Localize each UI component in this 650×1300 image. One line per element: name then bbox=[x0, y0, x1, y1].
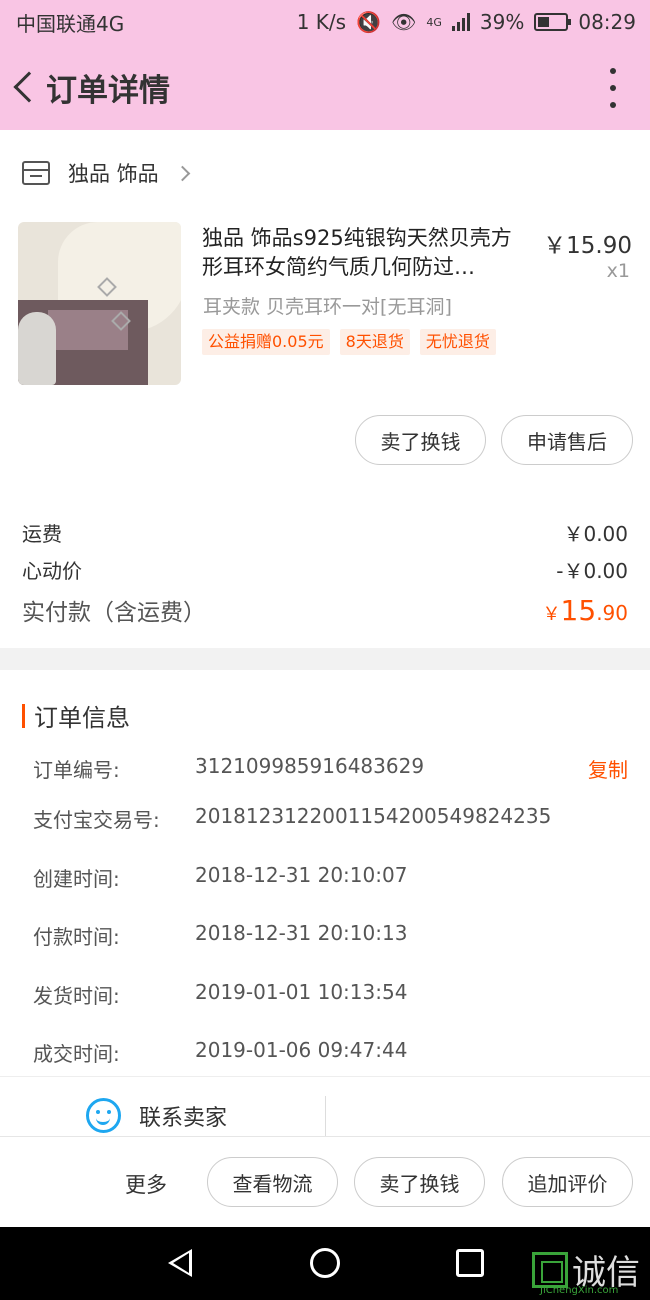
alipay-trade-value: 2018123122001154200549824235 bbox=[195, 804, 552, 828]
shipped-time-label: 发货时间: bbox=[33, 984, 120, 1008]
order-number-row: 订单编号: 312109985916483629 复制 bbox=[33, 754, 628, 783]
alipay-trade-row: 支付宝交易号: 2018123122001154200549824235 bbox=[33, 804, 628, 833]
network-speed: 1 K/s bbox=[296, 10, 347, 34]
shipping-row: 运费 ￥0.00 bbox=[22, 518, 628, 547]
system-recent-apps-icon[interactable] bbox=[456, 1249, 484, 1277]
network-type: 4G bbox=[426, 15, 442, 29]
order-number-value: 312109985916483629 bbox=[195, 754, 425, 778]
service-tags: 公益捐赠0.05元 8天退货 无忧退货 bbox=[202, 329, 496, 355]
system-nav-bar: 诚信 JiChengXin.com bbox=[0, 1227, 650, 1300]
sell-exchange-button-bottom[interactable]: 卖了换钱 bbox=[354, 1157, 485, 1207]
carrier-label: 中国联通4G bbox=[16, 11, 125, 36]
after-sale-button[interactable]: 申请售后 bbox=[501, 415, 633, 465]
shop-icon bbox=[22, 161, 50, 185]
more-options-icon[interactable] bbox=[608, 68, 618, 108]
status-bar: 中国联通4G 1 K/s 🔇 👁 4G 39% 08:29 bbox=[0, 0, 650, 44]
back-button[interactable] bbox=[4, 44, 45, 130]
paid-label: 实付款（含运费） bbox=[22, 600, 206, 626]
add-review-button[interactable]: 追加评价 bbox=[502, 1157, 633, 1207]
system-back-icon[interactable] bbox=[168, 1249, 192, 1277]
product-quantity: x1 bbox=[606, 260, 630, 282]
sell-exchange-button[interactable]: 卖了换钱 bbox=[355, 415, 486, 465]
order-info-card: 订单信息 订单编号: 312109985916483629 复制 支付宝交易号:… bbox=[0, 670, 650, 1140]
status-icons: 1 K/s 🔇 👁 4G 39% 08:29 bbox=[297, 10, 636, 34]
system-home-icon[interactable] bbox=[310, 1248, 340, 1278]
alipay-trade-label: 支付宝交易号: bbox=[33, 808, 160, 832]
shipping-value: ￥0.00 bbox=[563, 522, 628, 546]
heart-price-row: 心动价 -￥0.00 bbox=[22, 555, 628, 584]
chevron-right-icon bbox=[174, 165, 190, 181]
more-button[interactable]: 更多 bbox=[125, 1169, 167, 1199]
watermark-icon bbox=[532, 1251, 568, 1288]
product-spec: 耳夹款 贝壳耳环一对[无耳洞] bbox=[203, 296, 452, 318]
heart-price-label: 心动价 bbox=[22, 559, 82, 583]
copy-button[interactable]: 复制 bbox=[588, 754, 628, 783]
completed-time-row: 成交时间: 2019-01-06 09:47:44 bbox=[33, 1038, 628, 1067]
shop-name: 独品 饰品 bbox=[68, 162, 159, 186]
order-item-card: 独品 饰品 独品 饰品s925纯银钩天然贝壳方形耳环女简约气质几何防过… ￥15… bbox=[0, 130, 650, 648]
heart-price-value: -￥0.00 bbox=[556, 559, 628, 583]
shipped-time-row: 发货时间: 2019-01-01 10:13:54 bbox=[33, 980, 628, 1009]
paid-amount: ￥15.90 bbox=[542, 594, 628, 627]
section-accent-bar bbox=[22, 703, 25, 728]
shop-row[interactable]: 独品 饰品 bbox=[22, 158, 190, 188]
back-arrow-icon bbox=[13, 71, 45, 103]
battery-percent: 39% bbox=[479, 10, 525, 34]
product-title[interactable]: 独品 饰品s925纯银钩天然贝壳方形耳环女简约气质几何防过… bbox=[202, 224, 532, 282]
contact-seller-label: 联系卖家 bbox=[139, 1105, 228, 1131]
created-time-value: 2018-12-31 20:10:07 bbox=[195, 863, 408, 887]
tag-charity: 公益捐赠0.05元 bbox=[202, 329, 330, 355]
order-number-label: 订单编号: bbox=[33, 758, 120, 782]
divider-vertical bbox=[325, 1096, 326, 1140]
tag-worry-free-return: 无忧退货 bbox=[419, 329, 496, 355]
divider bbox=[0, 1076, 650, 1077]
eye-icon: 👁 bbox=[390, 10, 417, 34]
product-price: ￥15.90 bbox=[543, 233, 632, 259]
view-logistics-button[interactable]: 查看物流 bbox=[207, 1157, 338, 1207]
signal-icon bbox=[451, 13, 470, 31]
bottom-action-bar: 更多 查看物流 卖了换钱 追加评价 bbox=[0, 1136, 650, 1227]
nav-bar: 订单详情 bbox=[0, 44, 650, 130]
shipped-time-value: 2019-01-01 10:13:54 bbox=[195, 980, 408, 1004]
page-title: 订单详情 bbox=[46, 72, 170, 109]
payment-time-value: 2018-12-31 20:10:13 bbox=[195, 921, 408, 945]
payment-time-row: 付款时间: 2018-12-31 20:10:13 bbox=[33, 921, 628, 950]
payment-time-label: 付款时间: bbox=[33, 925, 120, 949]
tag-return-8days: 8天退货 bbox=[339, 329, 410, 355]
watermark-subtext: JiChengXin.com bbox=[540, 1285, 619, 1296]
shipping-label: 运费 bbox=[22, 522, 62, 546]
created-time-label: 创建时间: bbox=[33, 867, 120, 891]
completed-time-value: 2019-01-06 09:47:44 bbox=[195, 1038, 408, 1062]
chat-face-icon bbox=[86, 1098, 121, 1133]
paid-row: 实付款（含运费） ￥15.90 bbox=[22, 593, 628, 627]
mute-icon: 🔇 bbox=[356, 10, 381, 34]
created-time-row: 创建时间: 2018-12-31 20:10:07 bbox=[33, 863, 628, 892]
contact-seller-button[interactable]: 联系卖家 bbox=[86, 1098, 227, 1133]
product-image[interactable] bbox=[18, 222, 181, 385]
clock: 08:29 bbox=[578, 10, 636, 34]
battery-icon bbox=[534, 13, 572, 31]
order-info-header: 订单信息 bbox=[22, 698, 130, 733]
completed-time-label: 成交时间: bbox=[33, 1042, 120, 1066]
order-info-title: 订单信息 bbox=[34, 704, 130, 732]
